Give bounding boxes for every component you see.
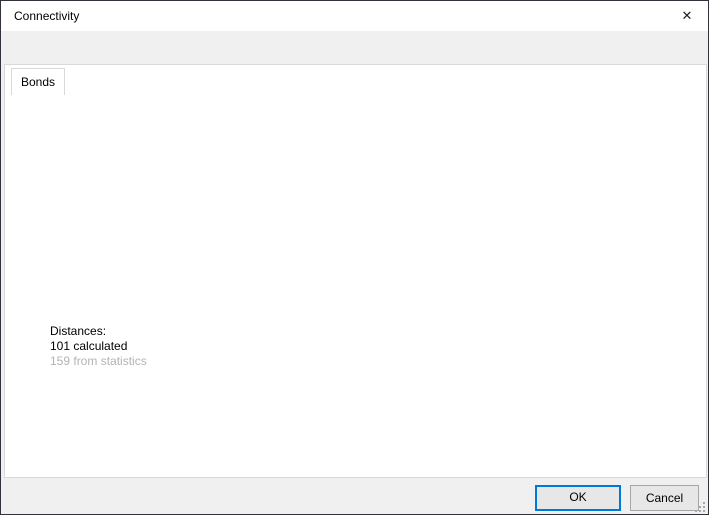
connectivity-dialog: Connectivity ✕ Bonds H-Bonds Contacts Se… xyxy=(0,0,709,515)
footer-bar: OK Cancel xyxy=(1,478,708,515)
bonds-tab-page xyxy=(4,64,707,478)
annotation-statistics: 159 from statistics xyxy=(50,354,147,369)
distances-annotation: Distances: 101 calculated 159 from stati… xyxy=(50,324,147,369)
annotation-title: Distances: xyxy=(50,324,147,339)
tab-strip: Bonds H-Bonds Contacts xyxy=(1,31,708,64)
annotation-calculated: 101 calculated xyxy=(50,339,147,354)
title-bar: Connectivity ✕ xyxy=(1,1,708,31)
resize-grip-icon[interactable] xyxy=(695,502,705,512)
close-icon[interactable]: ✕ xyxy=(666,1,708,31)
window-title: Connectivity xyxy=(14,9,79,23)
cancel-button[interactable]: Cancel xyxy=(630,485,699,511)
ok-button[interactable]: OK xyxy=(535,485,621,511)
tab-bonds[interactable]: Bonds xyxy=(11,68,65,95)
